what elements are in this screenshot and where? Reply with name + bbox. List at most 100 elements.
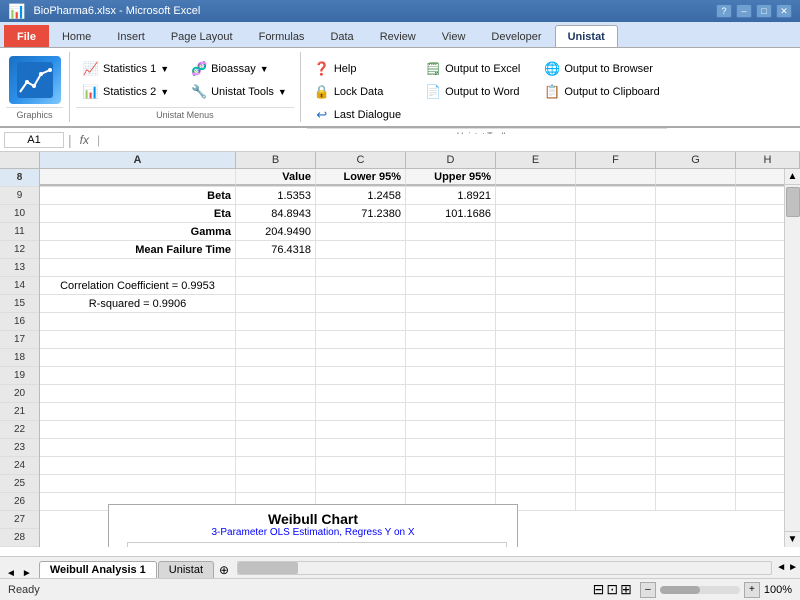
page-layout-view-btn[interactable]: ⊡ <box>606 581 618 598</box>
row-num-27[interactable]: 27 <box>0 511 39 529</box>
scroll-up-btn[interactable]: ▲ <box>785 169 800 185</box>
row-num-20[interactable]: 20 <box>0 385 39 403</box>
cell-g9[interactable] <box>656 187 736 204</box>
cell-f9[interactable] <box>576 187 656 204</box>
row-num-11[interactable]: 11 <box>0 223 39 241</box>
cell-g11[interactable] <box>656 223 736 240</box>
row-num-24[interactable]: 24 <box>0 457 39 475</box>
cell-f11[interactable] <box>576 223 656 240</box>
row-num-9[interactable]: 9 <box>0 187 39 205</box>
window-maximize-btn[interactable]: □ <box>756 4 772 18</box>
cell-c14[interactable] <box>316 277 406 294</box>
tab-home[interactable]: Home <box>49 25 104 47</box>
output-clipboard-btn[interactable]: 📋 Output to Clipboard <box>537 81 666 103</box>
help-btn[interactable]: ❓ Help <box>307 58 408 80</box>
cell-reference-input[interactable] <box>4 132 64 148</box>
row-num-26[interactable]: 26 <box>0 493 39 511</box>
formula-input[interactable]: Weibull Analysis <box>104 134 796 146</box>
statistics1-btn[interactable]: 📈 Statistics 1 ▼ <box>76 58 176 80</box>
cell-f15[interactable] <box>576 295 656 312</box>
statistics2-btn[interactable]: 📊 Statistics 2 ▼ <box>76 81 176 103</box>
last-dialogue-btn[interactable]: ↩ Last Dialogue <box>307 104 408 126</box>
row-num-22[interactable]: 22 <box>0 421 39 439</box>
cell-c13[interactable] <box>316 259 406 276</box>
tab-developer[interactable]: Developer <box>478 25 554 47</box>
row-num-25[interactable]: 25 <box>0 475 39 493</box>
cell-e10[interactable] <box>496 205 576 222</box>
sheet-tab-unistat[interactable]: Unistat <box>158 561 214 579</box>
cell-d12[interactable] <box>406 241 496 258</box>
tab-page-layout[interactable]: Page Layout <box>158 25 246 47</box>
tab-review[interactable]: Review <box>367 25 429 47</box>
row-num-13[interactable]: 13 <box>0 259 39 277</box>
cell-d10[interactable]: 101.1686 <box>406 205 496 222</box>
page-break-view-btn[interactable]: ⊞ <box>620 581 632 598</box>
cell-e8[interactable] <box>496 169 576 186</box>
cell-b12[interactable]: 76.4318 <box>236 241 316 258</box>
cell-b8[interactable]: Value <box>236 169 316 186</box>
cell-b9[interactable]: 1.5353 <box>236 187 316 204</box>
col-header-c[interactable]: C <box>316 152 406 168</box>
row-num-8[interactable]: 8 <box>0 169 39 187</box>
vertical-scrollbar[interactable]: ▲ ▼ <box>784 169 800 547</box>
row-num-12[interactable]: 12 <box>0 241 39 259</box>
row-num-18[interactable]: 18 <box>0 349 39 367</box>
scroll-left-btn[interactable]: ◄ <box>776 562 786 573</box>
cell-b15[interactable] <box>236 295 316 312</box>
cell-a11[interactable]: Gamma <box>40 223 236 240</box>
scroll-down-btn[interactable]: ▼ <box>785 531 800 547</box>
cell-d11[interactable] <box>406 223 496 240</box>
bioassay-btn[interactable]: 🧬 Bioassay ▼ <box>184 58 294 80</box>
output-browser-btn[interactable]: 🌐 Output to Browser <box>537 58 666 80</box>
col-header-h[interactable]: H <box>736 152 800 168</box>
row-num-10[interactable]: 10 <box>0 205 39 223</box>
cell-e14[interactable] <box>496 277 576 294</box>
col-header-g[interactable]: G <box>656 152 736 168</box>
cell-f12[interactable] <box>576 241 656 258</box>
cell-c8[interactable]: Lower 95% <box>316 169 406 186</box>
cell-d9[interactable]: 1.8921 <box>406 187 496 204</box>
scroll-right-btn[interactable]: ► <box>788 562 798 573</box>
cell-e13[interactable] <box>496 259 576 276</box>
zoom-out-btn[interactable]: – <box>640 582 656 598</box>
add-sheet-btn[interactable]: ⊕ <box>215 561 233 579</box>
cell-a14[interactable]: Correlation Coefficient = 0.9953 <box>40 277 236 294</box>
cell-a10[interactable]: Eta <box>40 205 236 222</box>
tab-formulas[interactable]: Formulas <box>246 25 318 47</box>
cell-f13[interactable] <box>576 259 656 276</box>
cell-d14[interactable] <box>406 277 496 294</box>
graphics-button[interactable] <box>9 56 61 104</box>
cell-b11[interactable]: 204.9490 <box>236 223 316 240</box>
col-header-a[interactable]: A <box>40 152 236 168</box>
cell-a8[interactable] <box>40 169 236 186</box>
cell-b14[interactable] <box>236 277 316 294</box>
row-num-14[interactable]: 14 <box>0 277 39 295</box>
scroll-thumb[interactable] <box>786 187 800 217</box>
row-num-16[interactable]: 16 <box>0 313 39 331</box>
cell-d15[interactable] <box>406 295 496 312</box>
cell-c12[interactable] <box>316 241 406 258</box>
row-num-28[interactable]: 28 <box>0 529 39 547</box>
col-header-b[interactable]: B <box>236 152 316 168</box>
cell-b13[interactable] <box>236 259 316 276</box>
cell-f8[interactable] <box>576 169 656 186</box>
tab-data[interactable]: Data <box>317 25 366 47</box>
cell-f10[interactable] <box>576 205 656 222</box>
cell-c10[interactable]: 71.2380 <box>316 205 406 222</box>
row-num-23[interactable]: 23 <box>0 439 39 457</box>
normal-view-btn[interactable]: ⊟ <box>593 581 605 598</box>
tab-view[interactable]: View <box>429 25 479 47</box>
unistat-tools-btn[interactable]: 🔧 Unistat Tools ▼ <box>184 81 294 103</box>
tab-insert[interactable]: Insert <box>104 25 158 47</box>
window-close-btn[interactable]: ✕ <box>776 4 792 18</box>
cell-e15[interactable] <box>496 295 576 312</box>
cell-a13[interactable] <box>40 259 236 276</box>
cell-a9[interactable]: Beta <box>40 187 236 204</box>
h-scroll-thumb[interactable] <box>238 562 298 574</box>
cell-g10[interactable] <box>656 205 736 222</box>
col-header-f[interactable]: F <box>576 152 656 168</box>
horizontal-scrollbar[interactable] <box>237 561 772 575</box>
cell-d13[interactable] <box>406 259 496 276</box>
output-word-btn[interactable]: 📄 Output to Word <box>418 81 527 103</box>
cell-c11[interactable] <box>316 223 406 240</box>
